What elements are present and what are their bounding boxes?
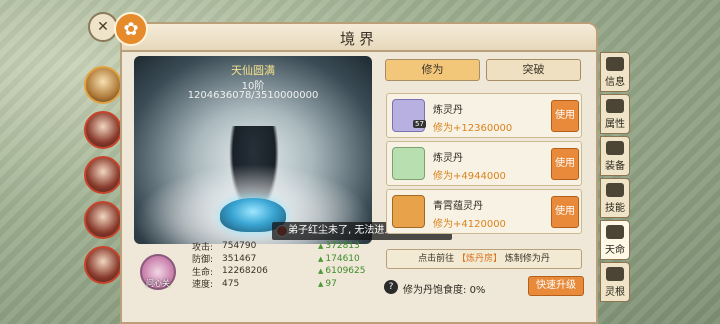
destiny-icon <box>606 225 624 239</box>
equipment-icon <box>606 141 624 155</box>
attributes-icon <box>606 99 624 113</box>
side-tab-attributes[interactable]: 属性 <box>600 94 630 134</box>
side-tab-label: 技能 <box>605 203 625 214</box>
disciple-portrait[interactable] <box>84 201 122 239</box>
pill-item: 青霄蕴灵丹 修为+4120000 使用 <box>386 189 582 234</box>
alchemy-hint-bar[interactable]: 点击前往 【炼丹房】 炼制修为丹 <box>386 249 582 269</box>
satiety-value: 0% <box>469 285 486 296</box>
pill-item: 57 炼灵丹 修为+12360000 使用 <box>386 93 582 138</box>
side-tab-label: 灵根 <box>605 287 625 298</box>
satiety-text: 修为丹饱食度: 0% <box>403 281 485 296</box>
satiety-label: 修为丹饱食度: <box>403 285 467 296</box>
disciple-portrait[interactable] <box>84 66 122 104</box>
side-tab-destiny[interactable]: 天命 <box>600 220 630 260</box>
use-button[interactable]: 使用 <box>551 100 579 132</box>
side-tabs: 信息 属性 装备 技能 天命 灵根 <box>600 52 634 304</box>
side-tab-label: 天命 <box>605 245 625 256</box>
stat-value: 351467 <box>222 253 257 264</box>
stat-row: 防御: 351467 174610 <box>192 253 365 266</box>
pill-effect: 修为+4120000 <box>433 219 506 230</box>
stat-bonus: 174610 <box>318 254 359 264</box>
disciple-portrait[interactable] <box>84 111 122 149</box>
disciple-portrait[interactable] <box>84 156 122 194</box>
stat-bonus: 6109625 <box>318 266 365 276</box>
pill-name: 炼灵丹 <box>433 153 463 164</box>
side-tab-spirit-root[interactable]: 灵根 <box>600 262 630 302</box>
tab-breakthrough[interactable]: 突破 <box>486 59 581 81</box>
stat-label: 防御: <box>192 255 214 266</box>
stat-bonus: 97 <box>318 279 336 289</box>
stat-label: 攻击: <box>192 242 214 253</box>
use-button[interactable]: 使用 <box>551 196 579 228</box>
realm-progress: 1204636078/3510000000 <box>187 90 319 101</box>
pet-badge-icon: ✿ <box>114 12 148 46</box>
stat-row: 生命: 12268206 6109625 <box>192 265 365 278</box>
pill-effect: 修为+4944000 <box>433 171 506 182</box>
panel-title: 境界 <box>120 22 598 52</box>
use-button[interactable]: 使用 <box>551 148 579 180</box>
stat-row: 攻击: 754790 372813 <box>192 240 365 253</box>
pill-icon <box>392 195 425 228</box>
side-tab-label: 装备 <box>605 161 625 172</box>
heart-gate-label: 问心关 <box>146 279 170 288</box>
side-tab-label: 信息 <box>605 77 625 88</box>
stat-value: 754790 <box>222 241 257 252</box>
pill-icon <box>392 147 425 180</box>
stat-label: 速度: <box>192 280 214 291</box>
hint-suffix: 炼制修为丹 <box>504 254 550 264</box>
pill-effect: 修为+12360000 <box>433 123 513 134</box>
tab-cultivation[interactable]: 修为 <box>385 59 480 81</box>
quick-upgrade-button[interactable]: 快速升级 <box>528 276 584 296</box>
stat-row: 速度: 475 97 <box>192 278 365 291</box>
side-tab-info[interactable]: 信息 <box>600 52 630 92</box>
disciple-portrait[interactable] <box>84 246 122 284</box>
pill-name: 炼灵丹 <box>433 105 463 116</box>
skills-icon <box>606 183 624 197</box>
spirit-root-icon <box>606 267 624 281</box>
side-tab-skills[interactable]: 技能 <box>600 178 630 218</box>
disciple-list <box>84 66 124 291</box>
realm-name: 天仙圆满 <box>231 64 275 77</box>
pill-count: 57 <box>413 120 426 128</box>
side-tab-equipment[interactable]: 装备 <box>600 136 630 176</box>
side-tab-label: 属性 <box>605 119 625 130</box>
alchemy-room-link[interactable]: 【炼丹房】 <box>457 254 502 264</box>
stats-table: 攻击: 754790 372813 防御: 351467 174610 生命: … <box>192 240 365 290</box>
info-icon <box>606 57 624 71</box>
pill-name: 青霄蕴灵丹 <box>433 201 483 212</box>
stat-label: 生命: <box>192 267 214 278</box>
stat-value: 12268206 <box>222 266 268 277</box>
help-icon[interactable]: ? <box>384 280 398 294</box>
pill-item: 炼灵丹 修为+4944000 使用 <box>386 141 582 186</box>
stat-value: 475 <box>222 278 240 289</box>
hint-prefix: 点击前往 <box>418 254 455 264</box>
stat-bonus: 372813 <box>318 241 359 251</box>
